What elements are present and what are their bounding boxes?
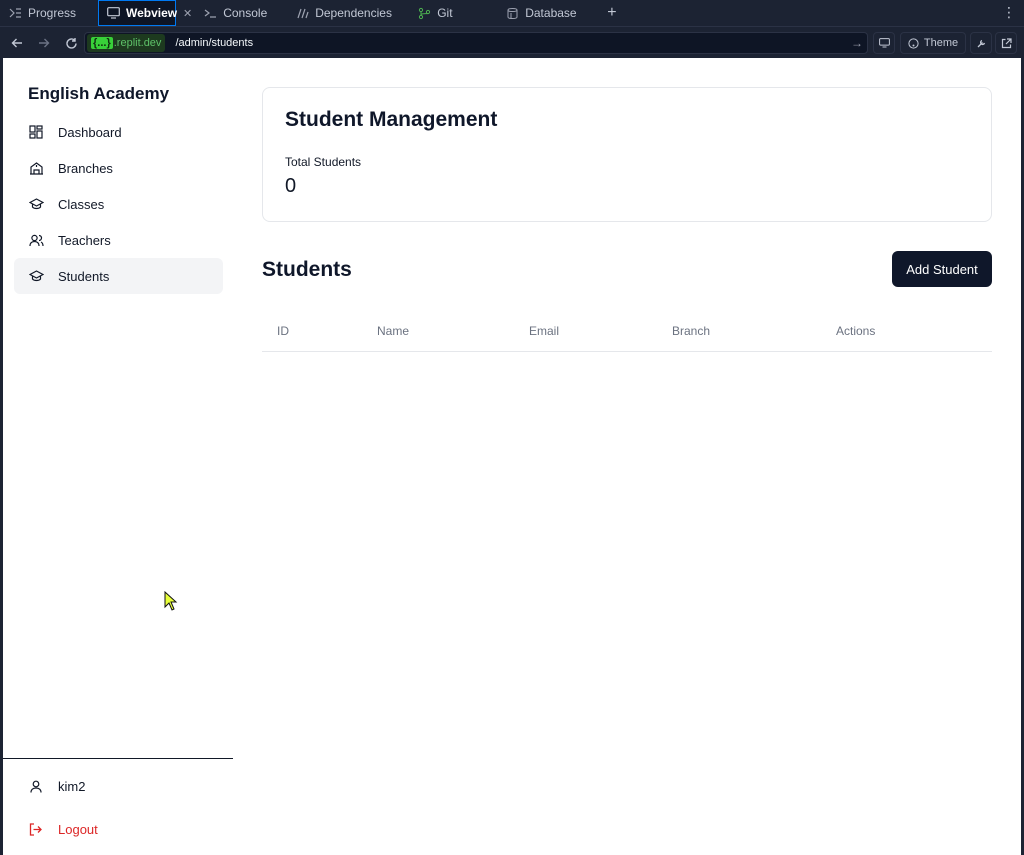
- back-arrow-icon[interactable]: [5, 31, 29, 55]
- tab-label: Webview: [126, 6, 178, 20]
- git-icon: [417, 6, 431, 20]
- students-table: ID Name Email Branch Actions: [262, 312, 992, 352]
- webview: English Academy Dashboard Branches Class…: [3, 58, 1021, 855]
- tab-label: Progress: [28, 6, 77, 20]
- wrench-icon: [977, 39, 985, 47]
- mouse-cursor-icon: [164, 590, 178, 616]
- tab-label: Database: [525, 6, 577, 20]
- column-header-name[interactable]: Name: [377, 324, 409, 338]
- tab-progress[interactable]: Progress: [0, 0, 98, 27]
- add-tab-button[interactable]: +: [597, 4, 626, 22]
- users-icon: [28, 232, 44, 248]
- devtools-button[interactable]: [970, 32, 992, 54]
- sidebar-item-label: Classes: [58, 196, 105, 212]
- dashboard-icon: [28, 124, 44, 140]
- monitor-icon: [878, 38, 890, 48]
- terminal-icon: [203, 6, 217, 20]
- theme-button[interactable]: Theme: [900, 32, 966, 54]
- tab-database[interactable]: Database: [497, 0, 597, 27]
- logout-icon: [28, 823, 44, 836]
- devices-button[interactable]: [873, 32, 895, 54]
- tab-git[interactable]: Git: [409, 0, 497, 27]
- ide-tab-bar: Progress Webview ✕ Console Dependencies …: [0, 0, 1024, 27]
- sidebar-nav: Dashboard Branches Classes Teachers Stud…: [14, 114, 223, 294]
- database-icon: [505, 6, 519, 20]
- more-options-icon[interactable]: ⋮: [1002, 4, 1016, 21]
- domain-badge: {...} .replit.dev: [87, 34, 166, 52]
- domain-prefix: {...}: [91, 37, 113, 49]
- column-header-email[interactable]: Email: [529, 324, 559, 338]
- add-student-button[interactable]: Add Student: [892, 251, 992, 287]
- column-header-actions[interactable]: Actions: [836, 324, 875, 338]
- sidebar: English Academy Dashboard Branches Class…: [3, 58, 233, 855]
- sidebar-item-branches[interactable]: Branches: [14, 150, 223, 186]
- close-tab-icon[interactable]: ✕: [176, 0, 195, 27]
- current-user[interactable]: kim2: [28, 779, 85, 794]
- go-arrow-icon[interactable]: →: [851, 36, 863, 50]
- sidebar-item-dashboard[interactable]: Dashboard: [14, 114, 223, 150]
- progress-icon: [8, 6, 22, 20]
- sidebar-item-label: Teachers: [58, 232, 111, 248]
- user-name: kim2: [58, 779, 86, 794]
- palette-icon: [908, 37, 919, 49]
- graduation-cap-icon: [28, 196, 44, 212]
- address-field[interactable]: {...} .replit.dev /admin/students →: [84, 32, 868, 54]
- column-header-branch[interactable]: Branch: [672, 324, 710, 338]
- school-icon: [28, 160, 44, 176]
- sidebar-item-label: Students: [58, 268, 110, 284]
- page-title: Student Management: [285, 108, 498, 131]
- sidebar-divider: [3, 758, 233, 759]
- summary-card: Student Management Total Students 0: [262, 87, 992, 222]
- monitor-icon: [107, 6, 120, 20]
- students-section-title: Students: [262, 258, 352, 281]
- reload-icon[interactable]: [59, 31, 83, 55]
- tab-console[interactable]: Console: [195, 0, 287, 27]
- total-students-value: 0: [285, 175, 297, 197]
- total-students-label: Total Students: [285, 155, 362, 169]
- theme-label: Theme: [923, 37, 959, 49]
- sidebar-item-label: Branches: [58, 160, 113, 176]
- logout-button[interactable]: Logout: [28, 822, 98, 837]
- logout-label: Logout: [58, 822, 98, 837]
- tab-label: Console: [223, 6, 268, 20]
- open-new-tab-button[interactable]: [995, 32, 1017, 54]
- sidebar-item-students[interactable]: Students: [14, 258, 223, 294]
- tab-dependencies[interactable]: Dependencies: [287, 0, 409, 27]
- url-path: /admin/students: [175, 37, 254, 49]
- tab-label: Dependencies: [315, 6, 392, 20]
- column-header-id[interactable]: ID: [277, 324, 289, 338]
- forward-arrow-icon[interactable]: [32, 31, 56, 55]
- external-link-icon: [1001, 37, 1012, 48]
- tab-label: Git: [437, 6, 453, 20]
- tab-webview[interactable]: Webview: [98, 0, 178, 26]
- user-icon: [28, 780, 44, 793]
- brand-title: English Academy: [28, 84, 170, 103]
- dependencies-icon: [295, 6, 309, 20]
- sidebar-item-teachers[interactable]: Teachers: [14, 222, 223, 258]
- sidebar-item-label: Dashboard: [58, 124, 122, 140]
- sidebar-item-classes[interactable]: Classes: [14, 186, 223, 222]
- domain-text: .replit.dev: [113, 37, 162, 49]
- url-bar: {...} .replit.dev /admin/students → Them…: [0, 28, 1024, 58]
- graduation-cap-icon: [28, 268, 44, 284]
